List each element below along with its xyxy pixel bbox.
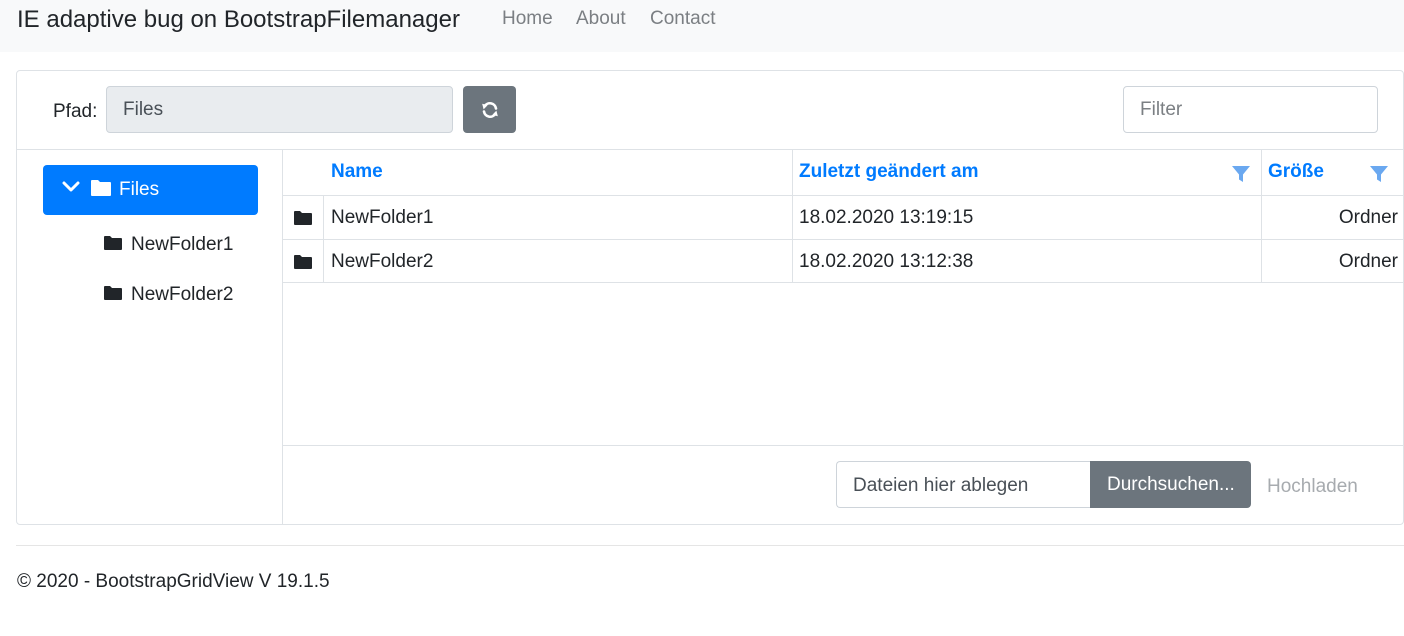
- table-row[interactable]: NewFolder1 18.02.2020 13:19:15 Ordner: [283, 196, 1403, 240]
- folder-icon: [104, 236, 122, 250]
- cell-modified: 18.02.2020 13:19:15: [792, 196, 1261, 239]
- tree-item-label: Files: [119, 179, 160, 200]
- navbar: IE adaptive bug on BootstrapFilemanager …: [0, 0, 1404, 52]
- tree-item-newfolder2[interactable]: NewFolder2: [103, 281, 273, 311]
- upload-divider: [283, 445, 1403, 446]
- tree-item-label: NewFolder1: [131, 234, 234, 255]
- footer-text: © 2020 - BootstrapGridView V 19.1.5: [17, 571, 330, 592]
- row-icon-cell: [283, 196, 323, 239]
- browse-button[interactable]: Durchsuchen...: [1090, 461, 1251, 508]
- cell-size: Ordner: [1261, 196, 1403, 239]
- footer-divider: [16, 545, 1404, 546]
- refresh-button[interactable]: [463, 86, 516, 133]
- nav-link-about[interactable]: About: [576, 8, 626, 30]
- column-header-size[interactable]: Größe: [1261, 150, 1403, 195]
- path-input[interactable]: Files: [106, 86, 453, 133]
- filter-icon[interactable]: [1369, 164, 1389, 184]
- row-icon-cell: [283, 240, 323, 282]
- file-drop-zone[interactable]: Dateien hier ablegen: [836, 461, 1090, 508]
- brand-title[interactable]: IE adaptive bug on BootstrapFilemanager: [17, 6, 460, 34]
- refresh-icon: [481, 101, 498, 118]
- folder-icon: [104, 286, 122, 300]
- file-manager-panel: Pfad: Files Filter Files NewFolder1 NewF…: [16, 70, 1404, 525]
- tree-item-newfolder1[interactable]: NewFolder1: [103, 231, 273, 261]
- cell-size: Ordner: [1261, 240, 1403, 282]
- filter-icon[interactable]: [1231, 164, 1251, 184]
- nav-link-contact[interactable]: Contact: [650, 8, 715, 30]
- cell-name: NewFolder2: [323, 240, 793, 282]
- path-label: Pfad:: [53, 101, 98, 122]
- upload-button[interactable]: Hochladen: [1267, 476, 1358, 498]
- column-header-name[interactable]: Name: [323, 150, 793, 195]
- tree-item-label: NewFolder2: [131, 284, 234, 305]
- tree-item-files[interactable]: Files: [43, 165, 258, 215]
- table-row[interactable]: NewFolder2 18.02.2020 13:12:38 Ordner: [283, 240, 1403, 283]
- nav-link-home[interactable]: Home: [502, 8, 553, 30]
- cell-name: NewFolder1: [323, 196, 793, 239]
- chevron-down-icon[interactable]: [62, 180, 80, 194]
- filter-input[interactable]: Filter: [1123, 86, 1378, 133]
- column-header-modified[interactable]: Zuletzt geändert am: [792, 150, 1261, 195]
- folder-open-icon: [91, 180, 111, 196]
- folder-icon: [294, 255, 312, 269]
- folder-icon: [294, 211, 312, 225]
- grid-header-row: Name Zuletzt geändert am Größe: [283, 150, 1403, 196]
- cell-modified: 18.02.2020 13:12:38: [792, 240, 1261, 282]
